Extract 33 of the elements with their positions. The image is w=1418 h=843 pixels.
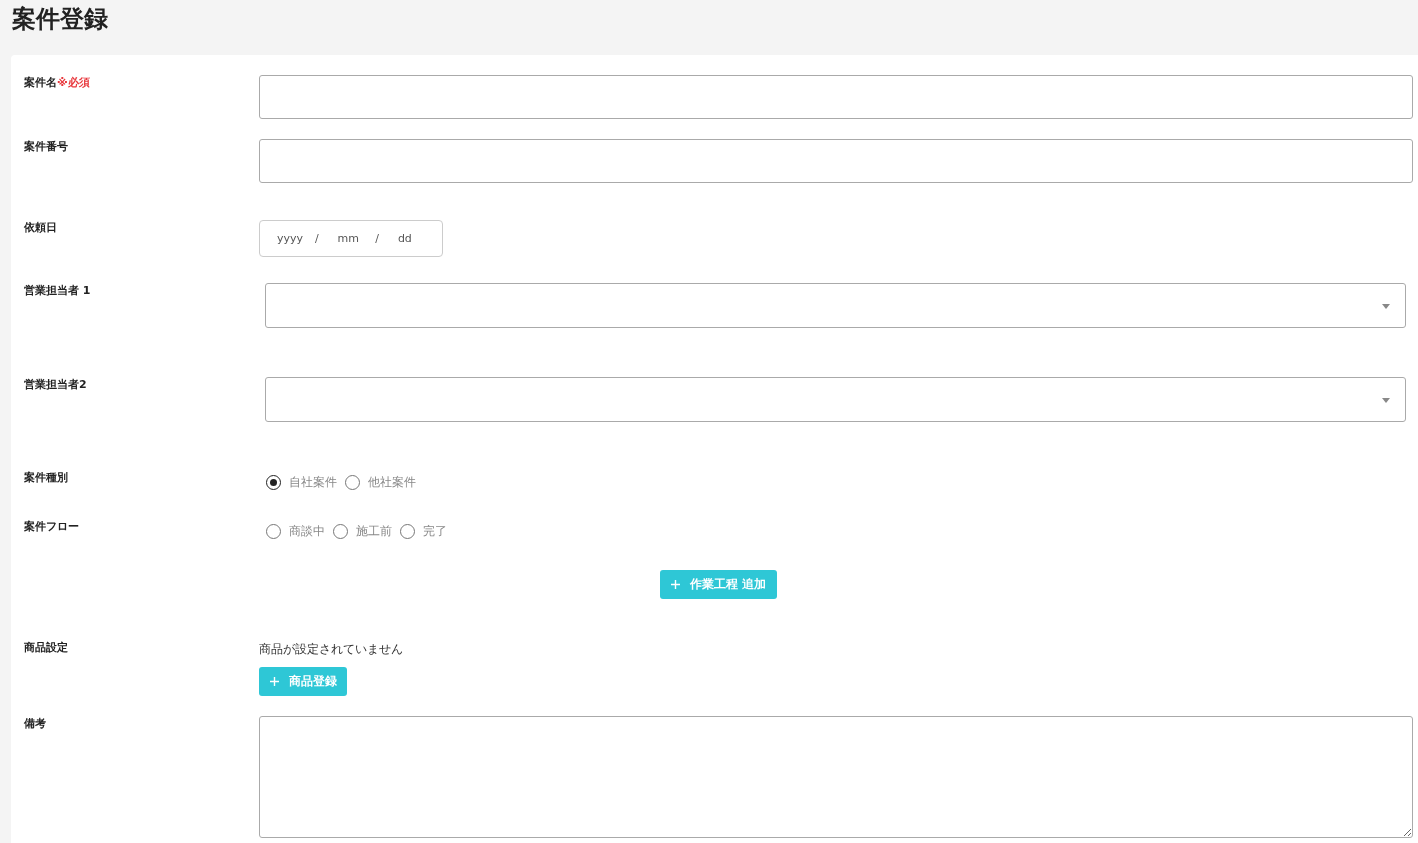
radio-option[interactable]: 自社案件	[266, 474, 337, 491]
radio-option[interactable]: 他社案件	[345, 474, 416, 491]
date-part-placeholder: yyyy	[277, 232, 305, 245]
plus-icon	[270, 677, 279, 686]
field-label: 依頼日	[24, 221, 57, 234]
empty-message: 商品が設定されていません	[259, 641, 404, 658]
caret-icon	[1382, 304, 1390, 309]
required-mark: ※必須	[57, 76, 90, 89]
text-input[interactable]	[259, 139, 1413, 183]
field-label: 案件フロー	[24, 520, 79, 533]
field-label: 営業担当者 1	[24, 284, 91, 297]
radio-option[interactable]: 商談中	[266, 523, 325, 540]
date-part-placeholder: mm	[337, 232, 360, 245]
add-button[interactable]: 商品登録	[259, 667, 347, 696]
field-label: 案件名	[24, 76, 57, 89]
add-button[interactable]: 作業工程 追加	[660, 570, 777, 599]
radio-option[interactable]: 施工前	[333, 523, 392, 540]
caret-icon	[1382, 398, 1390, 403]
plus-icon	[671, 580, 681, 589]
date-part-placeholder: dd	[397, 232, 413, 245]
date-separator: /	[313, 232, 320, 245]
field-label: 案件種別	[24, 471, 68, 484]
radio-option[interactable]: 完了	[400, 523, 447, 540]
page-title: 案件登録	[12, 4, 108, 34]
date-separator: /	[374, 232, 381, 245]
field-label: 商品設定	[24, 641, 68, 654]
field-label: 営業担当者2	[24, 378, 87, 391]
field-label: 案件番号	[24, 140, 68, 153]
dropdown-select[interactable]	[265, 377, 1406, 422]
date-field[interactable]: yyyy / mm / dd	[259, 220, 443, 257]
field-label: 備考	[24, 717, 46, 730]
dropdown-select[interactable]	[265, 283, 1406, 328]
text-input[interactable]	[259, 75, 1413, 119]
